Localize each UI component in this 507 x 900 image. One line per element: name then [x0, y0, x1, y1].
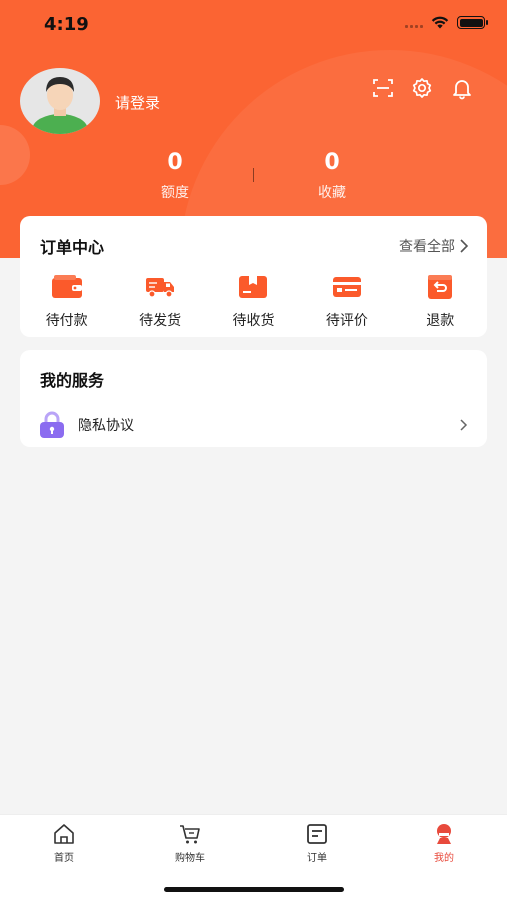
battery-icon: [457, 16, 488, 29]
order-item-label: 待发货: [139, 313, 182, 329]
bell-icon[interactable]: [450, 76, 474, 100]
tab-home[interactable]: 首页: [24, 823, 104, 864]
cart-icon: [180, 825, 200, 844]
avatar-person-icon: [32, 77, 88, 134]
privacy-agreement-row[interactable]: 隐私协议: [38, 410, 469, 440]
my-services-title: 我的服务: [40, 371, 105, 390]
status-icons: [405, 16, 488, 29]
order-item-label: 待评价: [325, 313, 368, 329]
refund-icon: [428, 275, 453, 299]
tab-label: 订单: [307, 853, 327, 864]
truck-icon: [146, 278, 175, 298]
wallet-icon: [51, 275, 82, 298]
view-all-label: 查看全部: [399, 239, 455, 255]
order-pending-receipt[interactable]: 待收货: [207, 274, 300, 330]
order-pending-shipment[interactable]: 待发货: [113, 274, 206, 330]
tab-label: 我的: [434, 853, 454, 864]
order-pending-review[interactable]: 待评价: [300, 274, 393, 330]
order-item-label: 待付款: [45, 313, 88, 329]
avatar[interactable]: [20, 68, 100, 134]
order-item-label: 退款: [426, 313, 455, 329]
lock-icon: [40, 411, 64, 438]
order-status-row: 待付款 待发货 待收货 待评价 退款: [20, 274, 487, 330]
stat-value: 0: [167, 150, 183, 175]
home-icon: [54, 824, 74, 844]
my-services-card: 我的服务 隐私协议: [20, 350, 487, 447]
chevron-right-icon: [460, 239, 469, 253]
stat-label: 额度: [161, 185, 189, 201]
stat-credit[interactable]: 0 额度: [115, 150, 235, 202]
profile-icon: [437, 824, 451, 844]
settings-gear-icon[interactable]: [410, 76, 434, 100]
stat-favorites[interactable]: 0 收藏: [272, 150, 392, 202]
view-all-orders-link[interactable]: 查看全部: [399, 236, 469, 256]
login-link[interactable]: 请登录: [115, 92, 160, 113]
review-card-icon: [332, 277, 361, 297]
chevron-right-icon: [460, 419, 468, 431]
stat-divider: [253, 168, 254, 182]
tab-label: 购物车: [175, 853, 205, 864]
order-center-card: 订单中心 查看全部 待付款 待发货 待收货 待评价 退款: [20, 216, 487, 337]
tab-profile[interactable]: 我的: [404, 823, 484, 864]
wifi-icon: [431, 16, 449, 29]
tab-orders[interactable]: 订单: [277, 823, 357, 864]
order-pending-payment[interactable]: 待付款: [20, 274, 113, 330]
scan-icon[interactable]: [371, 76, 395, 100]
order-doc-icon: [307, 824, 327, 844]
order-item-label: 待收货: [232, 313, 275, 329]
signal-icon: [405, 18, 423, 28]
tab-label: 首页: [54, 853, 74, 864]
order-refund[interactable]: 退款: [394, 274, 487, 330]
package-icon: [239, 276, 268, 298]
status-time: 4:19: [44, 14, 89, 35]
decor-circle: [0, 125, 30, 185]
order-center-title: 订单中心: [40, 238, 105, 257]
service-item-label: 隐私协议: [78, 418, 134, 434]
tab-cart[interactable]: 购物车: [150, 823, 230, 864]
stat-label: 收藏: [318, 185, 346, 201]
status-bar: 4:19: [0, 0, 507, 50]
home-indicator: [164, 887, 344, 892]
stat-value: 0: [324, 150, 340, 175]
